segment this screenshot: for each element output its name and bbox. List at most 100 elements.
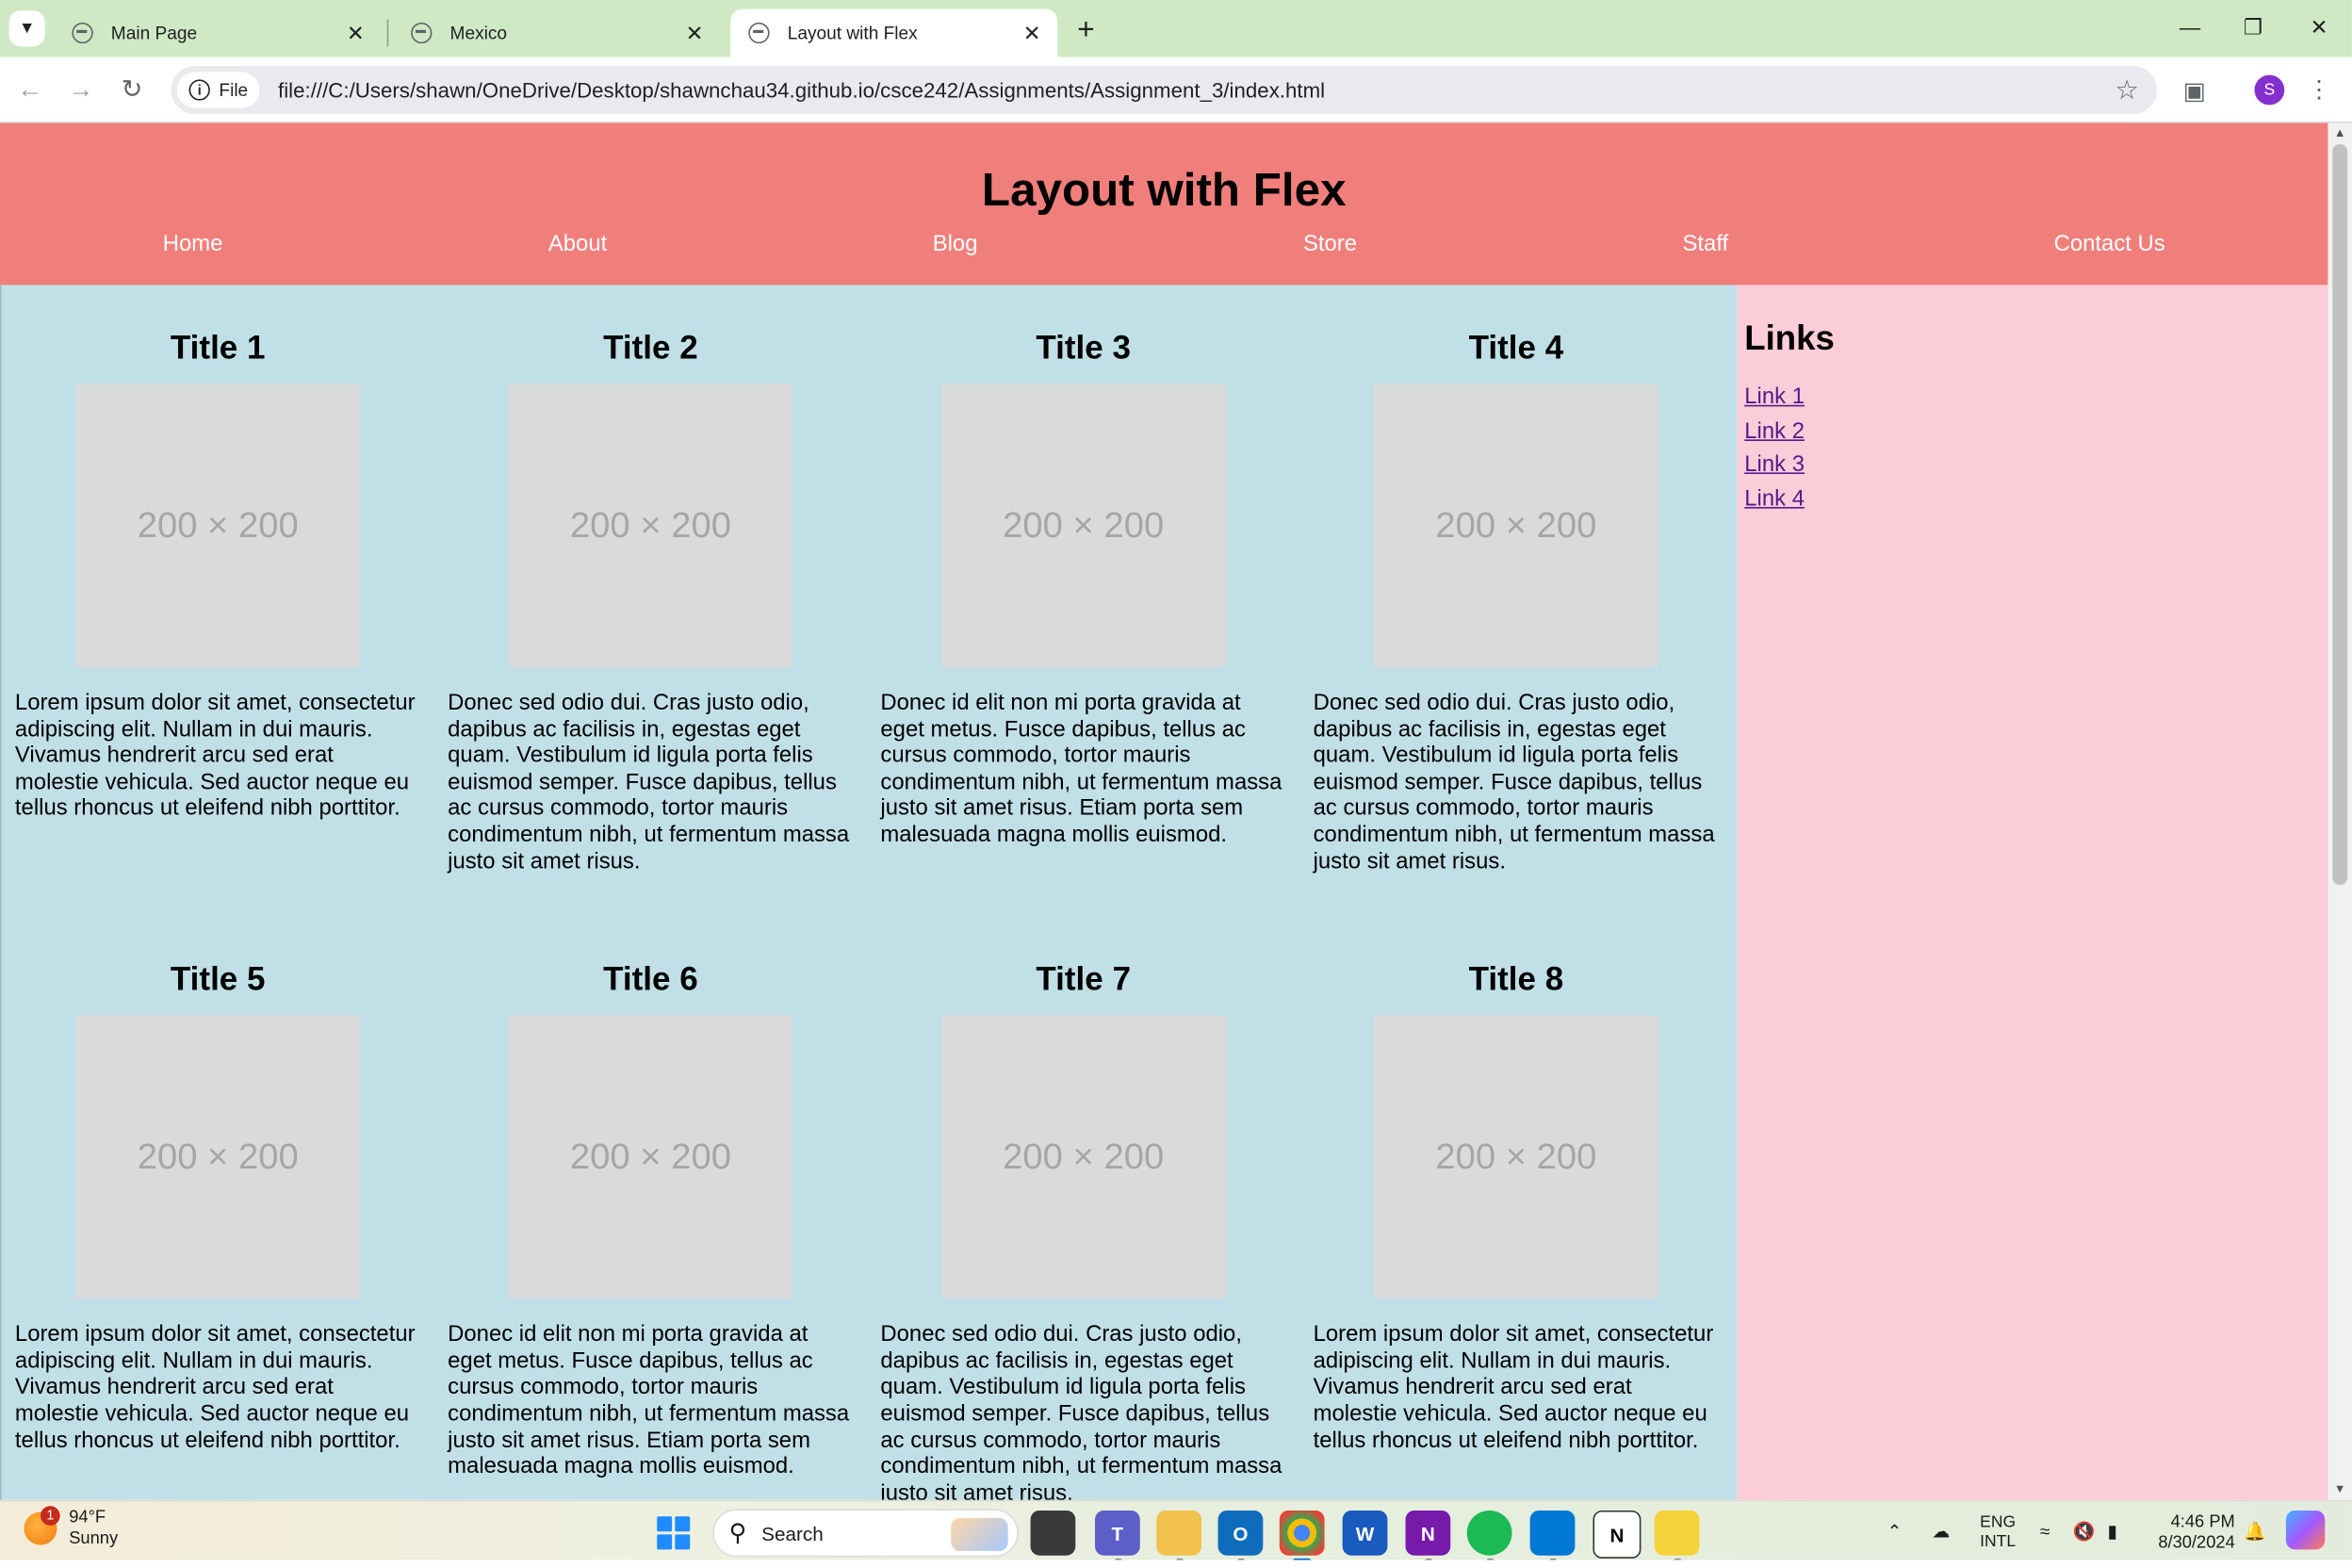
weather-desc: Sunny (69, 1529, 119, 1548)
scroll-down-icon[interactable]: ▼ (2328, 1479, 2351, 1500)
tab-list-icon[interactable]: ▼ (8, 10, 45, 47)
address-bar[interactable]: i File file:///C:/Users/shawn/OneDrive/D… (171, 66, 2158, 114)
volume-icon[interactable]: 🔇 (2073, 1501, 2096, 1560)
bell-icon[interactable]: 🔔 (2244, 1501, 2266, 1560)
globe-icon (411, 22, 433, 44)
sidebar-link-4[interactable]: Link 4 (1744, 485, 1805, 511)
nav-link-contact-us[interactable]: Contact Us (2054, 231, 2165, 258)
tab-mexico[interactable]: Mexico ✕ (393, 9, 720, 57)
card-title: Title 6 (603, 960, 698, 998)
windows-start-icon[interactable] (657, 1516, 691, 1550)
placeholder-image: 200 × 200 (75, 384, 360, 668)
language-indicator[interactable]: ENG INTL (1980, 1513, 2016, 1552)
outlook-icon[interactable]: O (1217, 1510, 1264, 1560)
placeholder-image: 200 × 200 (941, 384, 1226, 668)
search-highlight-image (951, 1517, 1008, 1551)
vscode-icon[interactable] (1529, 1510, 1576, 1560)
close-icon[interactable]: ✕ (681, 20, 709, 47)
taskbar-search[interactable]: ⚲ Search (712, 1509, 1019, 1558)
list-item: Link 2 (1744, 415, 2328, 449)
nav-link-store[interactable]: Store (1303, 231, 1357, 258)
card-text: Donec id elit non mi porta gravida at eg… (880, 690, 1282, 848)
web-page: Layout with Flex Home About Blog Store S… (0, 122, 2328, 1500)
placeholder-image: 200 × 200 (1374, 1015, 1658, 1299)
card-title: Title 8 (1468, 960, 1564, 998)
card-text: Donec id elit non mi porta gravida at eg… (448, 1321, 850, 1479)
task-view-icon[interactable] (1030, 1510, 1076, 1556)
restore-icon[interactable]: ❐ (2220, 0, 2286, 54)
sidebar-link-2[interactable]: Link 2 (1744, 417, 1805, 443)
tab-strip: ▼ Main Page ✕ Mexico ✕ Layout with Flex … (0, 0, 2352, 57)
weather-temp: 94°F (69, 1509, 106, 1527)
card-text: Lorem ipsum dolor sit amet, consectetur … (14, 690, 416, 822)
chrome-icon[interactable] (1279, 1510, 1325, 1560)
nav-link-about[interactable]: About (548, 231, 607, 258)
copilot-icon[interactable] (2285, 1510, 2326, 1550)
tab-layout-with-flex[interactable]: Layout with Flex ✕ (730, 8, 1058, 57)
sidebar-link-1[interactable]: Link 1 (1744, 384, 1805, 410)
sun-icon: 1 (24, 1506, 60, 1545)
nav-link-staff[interactable]: Staff (1682, 231, 1728, 258)
card-text: Lorem ipsum dolor sit amet, consectetur … (14, 1321, 416, 1453)
card-title: Title 7 (1036, 960, 1131, 998)
card-title: Title 2 (603, 328, 698, 367)
screen: ▼ Main Page ✕ Mexico ✕ Layout with Flex … (0, 0, 2352, 1560)
kebab-menu-icon[interactable]: ⋮ (2304, 72, 2334, 107)
system-clock[interactable]: 4:46 PM 8/30/2024 (2148, 1512, 2234, 1555)
spotify-icon[interactable] (1466, 1510, 1512, 1560)
browser-toolbar: ← → ↻ i File file:///C:/Users/shawn/OneD… (0, 57, 2352, 123)
close-window-icon[interactable]: ✕ (2286, 0, 2352, 54)
reload-icon[interactable]: ↻ (111, 69, 154, 111)
sidebar-link-3[interactable]: Link 3 (1744, 451, 1805, 477)
tab-main-page[interactable]: Main Page ✕ (54, 9, 381, 57)
clock-time: 4:46 PM (2170, 1513, 2235, 1532)
back-icon[interactable]: ← (9, 69, 52, 111)
word-icon[interactable]: W (1342, 1510, 1388, 1556)
onedrive-icon[interactable]: ☁ (1932, 1501, 1950, 1560)
vertical-scrollbar[interactable]: ▲ ▼ (2328, 122, 2352, 1500)
info-icon: i (188, 79, 210, 101)
teams-icon[interactable]: T (1095, 1510, 1140, 1560)
nav-link-home[interactable]: Home (163, 231, 223, 258)
card: Title 2 200 × 200 Donec sed odio dui. Cr… (434, 285, 867, 874)
sidebar-heading: Links (1744, 318, 1835, 357)
globe-icon (748, 22, 770, 44)
sticky-notes-icon[interactable] (1654, 1510, 1700, 1560)
close-icon[interactable]: ✕ (342, 20, 369, 47)
url-text[interactable]: file:///C:/Users/shawn/OneDrive/Desktop/… (278, 78, 2106, 102)
tab-divider (386, 19, 389, 47)
card-title: Title 3 (1036, 328, 1131, 367)
weather-widget[interactable]: 1 94°F Sunny (24, 1506, 118, 1550)
star-icon[interactable]: ☆ (2106, 74, 2148, 106)
new-tab-button[interactable]: + (1068, 12, 1103, 48)
chevron-up-icon[interactable]: ⌃ (1886, 1501, 1902, 1560)
site-info-chip[interactable]: i File (176, 72, 260, 108)
page-header: Layout with Flex Home About Blog Store S… (0, 122, 2328, 286)
scroll-up-icon[interactable]: ▲ (2328, 123, 2351, 144)
wifi-icon[interactable]: ≈ (2040, 1501, 2050, 1560)
sidebar-links: Link 1 Link 2 Link 3 Link 4 (1744, 381, 2328, 515)
card-text: Donec sed odio dui. Cras justo odio, dap… (1313, 690, 1715, 874)
page-title: Layout with Flex (981, 163, 1347, 217)
search-label: Search (761, 1521, 824, 1544)
card-text: Donec sed odio dui. Cras justo odio, dap… (448, 690, 850, 874)
avatar[interactable]: S (2254, 74, 2285, 106)
close-icon[interactable]: ✕ (1019, 20, 1046, 47)
scrollbar-thumb[interactable] (2332, 143, 2348, 886)
weather-text: 94°F Sunny (69, 1508, 118, 1550)
minimize-icon[interactable]: — (2157, 0, 2223, 54)
nav-link-blog[interactable]: Blog (933, 231, 978, 258)
notification-badge: 1 (40, 1506, 60, 1526)
battery-icon[interactable]: ▮ (2107, 1501, 2117, 1560)
sidebar: Links Link 1 Link 2 Link 3 Link 4 (1737, 285, 2328, 1500)
notion-icon[interactable]: N (1592, 1510, 1642, 1559)
onenote-icon[interactable]: N (1405, 1510, 1451, 1560)
card-title: Title 1 (170, 328, 266, 367)
file-explorer-icon[interactable] (1156, 1510, 1202, 1560)
card-title: Title 4 (1468, 328, 1564, 367)
list-item: Link 1 (1744, 381, 2328, 415)
tab-title: Layout with Flex (787, 22, 918, 44)
forward-icon[interactable]: → (60, 69, 103, 111)
card-grid: Title 1 200 × 200 Lorem ipsum dolor sit … (0, 285, 1738, 1500)
extensions-icon[interactable]: ▣ (2175, 72, 2213, 110)
